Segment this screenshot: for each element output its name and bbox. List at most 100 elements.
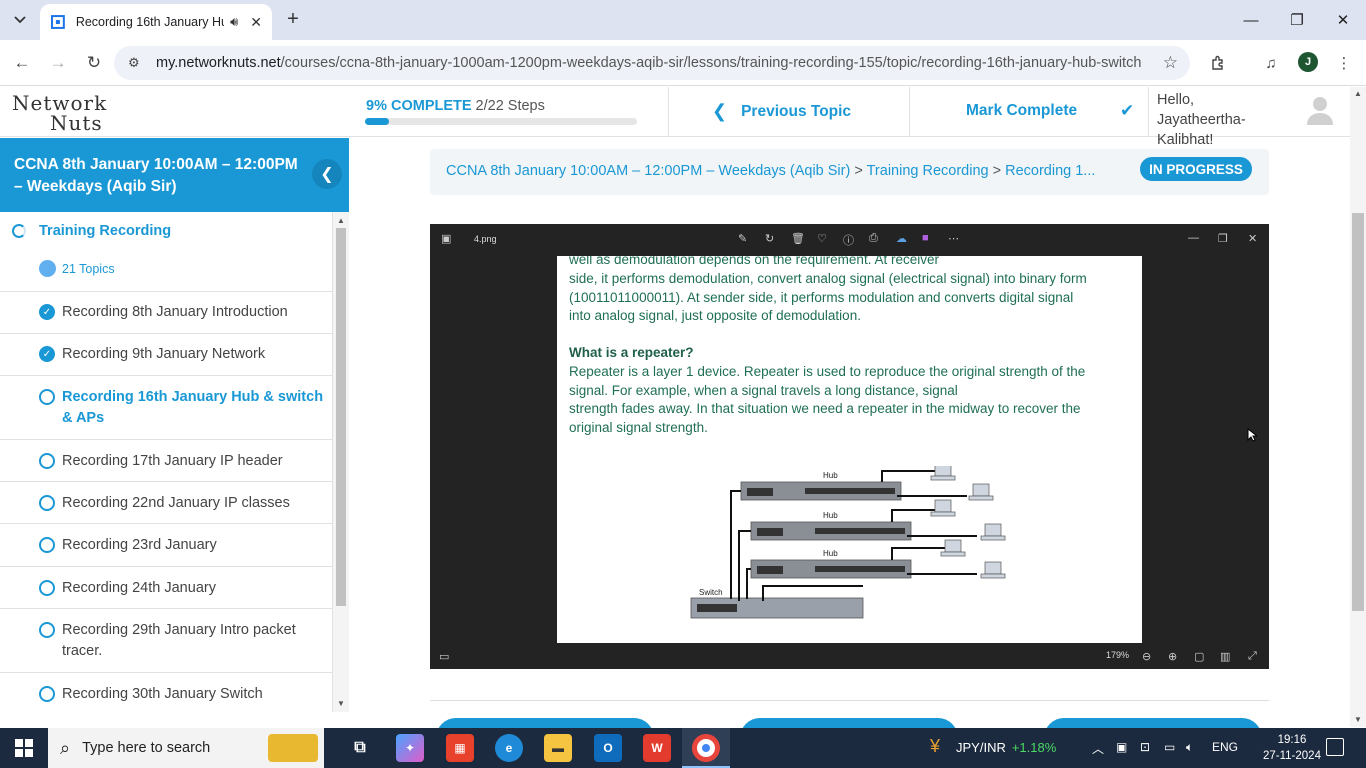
topic-item[interactable]: ✓ Recording 8th January Introduction	[0, 291, 332, 333]
store-icon[interactable]: ▦	[446, 734, 474, 762]
scrollbar-thumb[interactable]	[336, 228, 346, 606]
wps-office-icon[interactable]: W	[643, 734, 671, 762]
windows-start-icon[interactable]	[0, 728, 48, 768]
topic-item[interactable]: Recording 29th January Intro packet trac…	[0, 608, 332, 672]
fit-icon[interactable]: ▢	[1194, 650, 1204, 663]
rotate-icon[interactable]: ↻	[765, 232, 774, 245]
meet-now-icon[interactable]: ⊡	[1140, 740, 1150, 754]
task-view-icon[interactable]: ⧉	[346, 734, 374, 762]
course-title[interactable]: CCNA 8th January 10:00AM – 12:00PM – Wee…	[14, 154, 304, 198]
browser-tab-bar: Recording 16th January Hub & switch 🔊︎ ✕…	[0, 0, 1366, 40]
topics-count[interactable]: 21 Topics	[39, 260, 115, 277]
taskbar-search-input[interactable]: ⌕ Type here to search	[48, 728, 324, 768]
scroll-up-icon[interactable]: ▲	[1354, 89, 1362, 98]
info-icon[interactable]: ⓘ	[843, 232, 854, 248]
edge-icon[interactable]: e	[495, 734, 523, 762]
breadcrumb-lesson-link[interactable]: Training Recording	[867, 163, 989, 179]
zoom-in-icon[interactable]: ⊕	[1168, 650, 1177, 663]
language-indicator[interactable]: ENG	[1212, 740, 1238, 754]
system-clock[interactable]: 19:16 27-11-2024	[1262, 732, 1322, 764]
browser-tab-active[interactable]: Recording 16th January Hub & switch 🔊︎ ✕	[40, 4, 272, 40]
minimize-icon[interactable]: —	[1228, 0, 1274, 40]
topic-item[interactable]: ✓ Recording 9th January Network	[0, 333, 332, 375]
sidebar-scrollbar[interactable]: ▲ ▼	[333, 212, 349, 712]
volume-icon[interactable]: 🔈︎	[1186, 740, 1193, 755]
forward-icon[interactable]: →	[46, 51, 70, 75]
page-scrollbar[interactable]: ▲ ▼	[1350, 87, 1366, 727]
close-tab-icon[interactable]: ✕	[250, 14, 262, 31]
breadcrumb-course-link[interactable]: CCNA 8th January 10:00AM – 12:00PM – Wee…	[446, 163, 850, 179]
show-hidden-icons[interactable]: ︿	[1092, 740, 1104, 757]
course-progress-label: 9% COMPLETE 2/22 Steps	[366, 97, 545, 115]
more-icon[interactable]: ⋯	[948, 232, 959, 245]
topic-item[interactable]: Recording 17th January IP header	[0, 439, 332, 481]
chrome-icon[interactable]	[692, 734, 720, 762]
scroll-up-icon[interactable]: ▲	[337, 216, 345, 225]
delete-icon[interactable]: 🗑︎	[791, 232, 805, 245]
currency-ticker[interactable]: JPY/INR +1.18%	[956, 740, 1056, 755]
topic-item-current[interactable]: Recording 16th January Hub & switch & AP…	[0, 375, 332, 439]
hub-device	[690, 481, 912, 619]
battery-icon[interactable]: ▭	[1164, 740, 1175, 754]
check-circle-icon: ✓	[39, 304, 55, 320]
user-avatar-icon[interactable]	[1306, 95, 1334, 125]
mark-complete-button[interactable]: Mark Complete	[966, 102, 1077, 120]
scroll-down-icon[interactable]: ▼	[1354, 715, 1362, 724]
viewer-maximize-icon[interactable]: ❐	[1218, 232, 1228, 245]
restore-icon[interactable]: ❐	[1274, 0, 1320, 40]
copilot-icon[interactable]: ✦	[396, 734, 424, 762]
close-window-icon[interactable]: ✕	[1320, 0, 1366, 40]
speaker-icon[interactable]: 🔊︎	[230, 14, 238, 30]
collapse-sidebar-button[interactable]: ❮	[312, 159, 342, 189]
new-tab-icon[interactable]: +	[282, 8, 304, 30]
zoom-out-icon[interactable]: ⊖	[1142, 650, 1151, 663]
fullscreen-icon[interactable]: ⤢	[1248, 650, 1257, 663]
tab-search-chevron-icon[interactable]	[8, 8, 32, 32]
mouse-cursor-icon	[1247, 428, 1257, 442]
browser-menu-icon[interactable]: ⋮	[1333, 52, 1355, 74]
edit-icon[interactable]: ✎	[738, 232, 747, 245]
back-icon[interactable]: ←	[10, 51, 34, 75]
circle-icon	[39, 389, 55, 405]
search-icon: ⌕	[60, 737, 71, 758]
circle-icon	[39, 495, 55, 511]
topic-item[interactable]: Recording 30th January Switch	[0, 672, 332, 712]
previous-topic-button[interactable]: ❮ Previous Topic	[712, 101, 851, 122]
embedded-video[interactable]: ▣ 4.png ✎ ↻ 🗑︎ ♡ ⓘ ⎙ ☁ ■ ⋯ — ❐ ✕ well as…	[430, 224, 1269, 669]
address-bar[interactable]: ⚙ my.networknuts.net/courses/ccna-8th-ja…	[114, 46, 1190, 80]
site-info-icon[interactable]: ⚙	[128, 55, 146, 71]
compare-icon[interactable]: ▥	[1220, 650, 1230, 663]
slide-image: well as demodulation depends on the requ…	[557, 256, 1142, 643]
reload-icon[interactable]: ↻	[82, 51, 106, 75]
network-icon[interactable]: ▣	[1116, 740, 1127, 754]
circle-icon	[39, 453, 55, 469]
bookmark-star-icon[interactable]: ☆	[1163, 53, 1178, 73]
viewer-minimize-icon[interactable]: —	[1188, 232, 1199, 244]
favorite-icon[interactable]: ♡	[817, 232, 827, 245]
checkmark-icon[interactable]: ✔	[1120, 101, 1134, 121]
topic-item[interactable]: Recording 23rd January	[0, 523, 332, 566]
clipchamp-icon[interactable]: ■	[922, 232, 929, 244]
circle-icon	[39, 622, 55, 638]
extensions-icon[interactable]	[1207, 52, 1229, 74]
media-control-icon[interactable]: ♫	[1260, 52, 1282, 74]
profile-avatar[interactable]: J	[1298, 52, 1318, 72]
breadcrumb-topic-link[interactable]: Recording 1...	[1005, 163, 1095, 179]
course-navigation: Training Recording 21 Topics ✓ Recording…	[0, 212, 333, 712]
outlook-icon[interactable]: O	[594, 734, 622, 762]
scrollbar-thumb[interactable]	[1352, 213, 1364, 611]
scroll-down-icon[interactable]: ▼	[337, 699, 345, 708]
topic-item[interactable]: Recording 24th January	[0, 566, 332, 608]
file-explorer-icon[interactable]: ▬	[544, 734, 572, 762]
windows-taskbar: ⌕ Type here to search ⧉ ✦ ▦ e ▬ O W ¥ JP…	[0, 728, 1366, 768]
topic-item[interactable]: Recording 22nd January IP classes	[0, 481, 332, 523]
lesson-item[interactable]: Training Recording	[12, 223, 171, 239]
site-logo[interactable]: Network Nuts	[10, 91, 110, 135]
filmstrip-icon[interactable]: ▭	[439, 650, 449, 663]
viewer-close-icon[interactable]: ✕	[1248, 232, 1257, 245]
cloud-icon[interactable]: ☁	[896, 232, 907, 245]
print-icon[interactable]: ⎙	[869, 232, 878, 245]
notification-icon[interactable]	[1326, 738, 1344, 756]
computer-icon	[930, 466, 1006, 579]
viewer-filename: 4.png	[474, 234, 497, 244]
